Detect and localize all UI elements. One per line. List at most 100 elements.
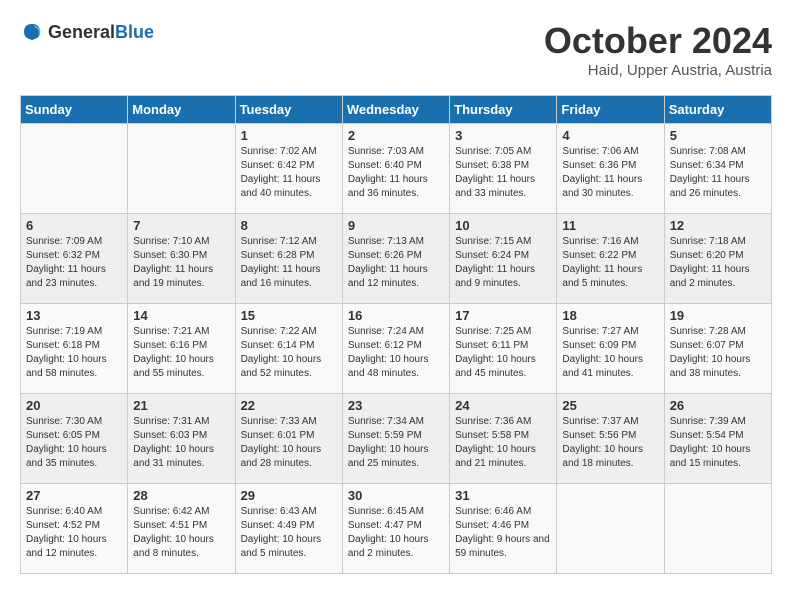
day-detail: Sunrise: 7:19 AMSunset: 6:18 PMDaylight:… — [26, 325, 122, 381]
day-number: 30 — [348, 488, 444, 503]
day-detail: Sunrise: 7:18 AMSunset: 6:20 PMDaylight:… — [670, 235, 766, 291]
day-detail: Sunrise: 7:22 AMSunset: 6:14 PMDaylight:… — [241, 325, 337, 381]
title-block: October 2024 Haid, Upper Austria, Austri… — [544, 20, 772, 79]
day-detail: Sunrise: 7:33 AMSunset: 6:01 PMDaylight:… — [241, 415, 337, 471]
calendar-cell — [21, 124, 128, 214]
day-number: 15 — [241, 308, 337, 323]
day-number: 10 — [455, 218, 551, 233]
calendar-table: SundayMondayTuesdayWednesdayThursdayFrid… — [20, 95, 772, 574]
day-detail: Sunrise: 7:13 AMSunset: 6:26 PMDaylight:… — [348, 235, 444, 291]
calendar-week-row: 20Sunrise: 7:30 AMSunset: 6:05 PMDayligh… — [21, 394, 772, 484]
page-header: GeneralBlue October 2024 Haid, Upper Aus… — [20, 20, 772, 79]
day-number: 4 — [562, 128, 658, 143]
day-detail: Sunrise: 7:34 AMSunset: 5:59 PMDaylight:… — [348, 415, 444, 471]
calendar-week-row: 1Sunrise: 7:02 AMSunset: 6:42 PMDaylight… — [21, 124, 772, 214]
calendar-cell: 6 Sunrise: 7:09 AMSunset: 6:32 PMDaylight… — [21, 214, 128, 304]
day-number: 28 — [133, 488, 229, 503]
day-detail: Sunrise: 6:40 AMSunset: 4:52 PMDaylight:… — [26, 505, 122, 561]
weekday-header-row: SundayMondayTuesdayWednesdayThursdayFrid… — [21, 96, 772, 124]
day-detail: Sunrise: 7:27 AMSunset: 6:09 PMDaylight:… — [562, 325, 658, 381]
calendar-cell: 9Sunrise: 7:13 AMSunset: 6:26 PMDaylight… — [342, 214, 449, 304]
day-number: 7 — [133, 218, 229, 233]
day-detail: Sunrise: 7:24 AMSunset: 6:12 PMDaylight:… — [348, 325, 444, 381]
day-number: 16 — [348, 308, 444, 323]
day-number: 27 — [26, 488, 122, 503]
day-detail: Sunrise: 7:02 AMSunset: 6:42 PMDaylight:… — [241, 145, 337, 201]
calendar-cell: 27 Sunrise: 6:40 AMSunset: 4:52 PMDayligh… — [21, 484, 128, 574]
day-detail: Sunrise: 7:09 AMSunset: 6:32 PMDaylight:… — [26, 235, 122, 291]
day-number: 23 — [348, 398, 444, 413]
day-number: 8 — [241, 218, 337, 233]
calendar-cell: 19Sunrise: 7:28 AMSunset: 6:07 PMDayligh… — [664, 304, 771, 394]
day-number: 29 — [241, 488, 337, 503]
calendar-cell: 15 Sunrise: 7:22 AMSunset: 6:14 PMDayligh… — [235, 304, 342, 394]
day-detail: Sunrise: 7:06 AMSunset: 6:36 PMDaylight:… — [562, 145, 658, 201]
day-number: 6 — [26, 218, 122, 233]
calendar-cell: 2 Sunrise: 7:03 AMSunset: 6:40 PMDaylight… — [342, 124, 449, 214]
day-detail: Sunrise: 7:10 AMSunset: 6:30 PMDaylight:… — [133, 235, 229, 291]
weekday-header: Tuesday — [235, 96, 342, 124]
calendar-cell: 22Sunrise: 7:33 AMSunset: 6:01 PMDayligh… — [235, 394, 342, 484]
weekday-header: Sunday — [21, 96, 128, 124]
day-detail: Sunrise: 7:31 AMSunset: 6:03 PMDaylight:… — [133, 415, 229, 471]
weekday-header: Wednesday — [342, 96, 449, 124]
day-detail: Sunrise: 7:08 AMSunset: 6:34 PMDaylight:… — [670, 145, 766, 201]
calendar-cell: 18 Sunrise: 7:27 AMSunset: 6:09 PMDayligh… — [557, 304, 664, 394]
day-detail: Sunrise: 7:21 AMSunset: 6:16 PMDaylight:… — [133, 325, 229, 381]
calendar-cell: 31Sunrise: 6:46 AMSunset: 4:46 PMDayligh… — [450, 484, 557, 574]
weekday-header: Saturday — [664, 96, 771, 124]
calendar-cell: 5 Sunrise: 7:08 AMSunset: 6:34 PMDaylight… — [664, 124, 771, 214]
day-number: 18 — [562, 308, 658, 323]
day-number: 13 — [26, 308, 122, 323]
calendar-week-row: 6 Sunrise: 7:09 AMSunset: 6:32 PMDaylight… — [21, 214, 772, 304]
calendar-cell: 16 Sunrise: 7:24 AMSunset: 6:12 PMDayligh… — [342, 304, 449, 394]
calendar-cell: 1Sunrise: 7:02 AMSunset: 6:42 PMDaylight… — [235, 124, 342, 214]
calendar-week-row: 27 Sunrise: 6:40 AMSunset: 4:52 PMDayligh… — [21, 484, 772, 574]
day-number: 2 — [348, 128, 444, 143]
day-detail: Sunrise: 7:36 AMSunset: 5:58 PMDaylight:… — [455, 415, 551, 471]
day-number: 17 — [455, 308, 551, 323]
logo-general: General — [48, 22, 115, 42]
calendar-cell: 13 Sunrise: 7:19 AMSunset: 6:18 PMDayligh… — [21, 304, 128, 394]
day-number: 20 — [26, 398, 122, 413]
calendar-cell: 11 Sunrise: 7:16 AMSunset: 6:22 PMDayligh… — [557, 214, 664, 304]
logo-icon — [20, 20, 44, 44]
calendar-cell: 30 Sunrise: 6:45 AMSunset: 4:47 PMDayligh… — [342, 484, 449, 574]
calendar-cell: 10Sunrise: 7:15 AMSunset: 6:24 PMDayligh… — [450, 214, 557, 304]
day-number: 19 — [670, 308, 766, 323]
calendar-cell: 14 Sunrise: 7:21 AMSunset: 6:16 PMDayligh… — [128, 304, 235, 394]
calendar-cell — [557, 484, 664, 574]
weekday-header: Thursday — [450, 96, 557, 124]
calendar-cell: 8 Sunrise: 7:12 AMSunset: 6:28 PMDaylight… — [235, 214, 342, 304]
logo: GeneralBlue — [20, 20, 154, 44]
day-number: 11 — [562, 218, 658, 233]
day-detail: Sunrise: 6:46 AMSunset: 4:46 PMDaylight:… — [455, 505, 551, 561]
calendar-cell: 23 Sunrise: 7:34 AMSunset: 5:59 PMDayligh… — [342, 394, 449, 484]
calendar-cell: 25 Sunrise: 7:37 AMSunset: 5:56 PMDayligh… — [557, 394, 664, 484]
calendar-cell: 12 Sunrise: 7:18 AMSunset: 6:20 PMDayligh… — [664, 214, 771, 304]
logo-blue: Blue — [115, 22, 154, 42]
day-detail: Sunrise: 7:03 AMSunset: 6:40 PMDaylight:… — [348, 145, 444, 201]
day-detail: Sunrise: 7:25 AMSunset: 6:11 PMDaylight:… — [455, 325, 551, 381]
calendar-week-row: 13 Sunrise: 7:19 AMSunset: 6:18 PMDayligh… — [21, 304, 772, 394]
day-detail: Sunrise: 7:37 AMSunset: 5:56 PMDaylight:… — [562, 415, 658, 471]
day-number: 14 — [133, 308, 229, 323]
day-detail: Sunrise: 7:05 AMSunset: 6:38 PMDaylight:… — [455, 145, 551, 201]
logo-text: GeneralBlue — [48, 22, 154, 43]
day-number: 24 — [455, 398, 551, 413]
calendar-cell: 28Sunrise: 6:42 AMSunset: 4:51 PMDayligh… — [128, 484, 235, 574]
day-number: 5 — [670, 128, 766, 143]
weekday-header: Monday — [128, 96, 235, 124]
day-detail: Sunrise: 7:16 AMSunset: 6:22 PMDaylight:… — [562, 235, 658, 291]
calendar-cell: 17 Sunrise: 7:25 AMSunset: 6:11 PMDayligh… — [450, 304, 557, 394]
weekday-header: Friday — [557, 96, 664, 124]
calendar-cell: 24 Sunrise: 7:36 AMSunset: 5:58 PMDayligh… — [450, 394, 557, 484]
calendar-cell: 3Sunrise: 7:05 AMSunset: 6:38 PMDaylight… — [450, 124, 557, 214]
day-number: 25 — [562, 398, 658, 413]
calendar-cell — [664, 484, 771, 574]
day-detail: Sunrise: 6:43 AMSunset: 4:49 PMDaylight:… — [241, 505, 337, 561]
day-detail: Sunrise: 7:12 AMSunset: 6:28 PMDaylight:… — [241, 235, 337, 291]
day-number: 12 — [670, 218, 766, 233]
month-title: October 2024 — [544, 20, 772, 62]
day-detail: Sunrise: 6:45 AMSunset: 4:47 PMDaylight:… — [348, 505, 444, 561]
